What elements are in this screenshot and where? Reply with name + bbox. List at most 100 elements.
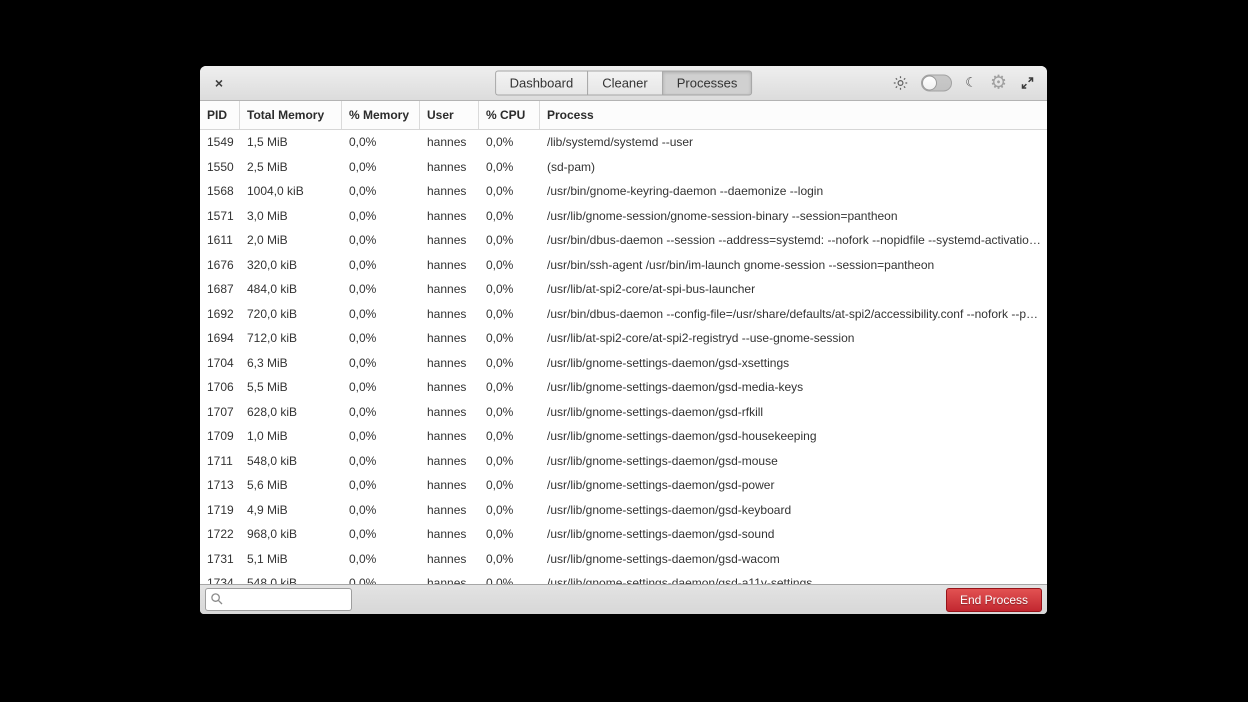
cell-pid: 1711 bbox=[200, 454, 240, 468]
search-input[interactable] bbox=[205, 588, 352, 611]
table-row[interactable]: 1692720,0 kiB0,0%hannes0,0%/usr/bin/dbus… bbox=[200, 302, 1047, 327]
table-row[interactable]: 17046,3 MiB0,0%hannes0,0%/usr/lib/gnome-… bbox=[200, 351, 1047, 376]
cell-user: hannes bbox=[420, 576, 479, 584]
cell-process: /usr/lib/gnome-settings-daemon/gsd-a11y-… bbox=[540, 576, 1047, 584]
cell-user: hannes bbox=[420, 429, 479, 443]
cell-total-memory: 320,0 kiB bbox=[240, 258, 342, 272]
cell-total-memory: 1,0 MiB bbox=[240, 429, 342, 443]
search-wrap bbox=[205, 588, 352, 611]
cell-pct-cpu: 0,0% bbox=[479, 429, 540, 443]
table-row[interactable]: 15681004,0 kiB0,0%hannes0,0%/usr/bin/gno… bbox=[200, 179, 1047, 204]
column-header-user[interactable]: User bbox=[420, 101, 479, 129]
tab-cleaner[interactable]: Cleaner bbox=[587, 71, 662, 96]
cell-pct-cpu: 0,0% bbox=[479, 552, 540, 566]
cell-pct-cpu: 0,0% bbox=[479, 258, 540, 272]
cell-pct-memory: 0,0% bbox=[342, 135, 420, 149]
cell-total-memory: 2,5 MiB bbox=[240, 160, 342, 174]
cell-process: /usr/lib/gnome-settings-daemon/gsd-media… bbox=[540, 380, 1047, 394]
sun-icon bbox=[893, 76, 908, 91]
dark-mode-toggle[interactable] bbox=[921, 75, 952, 92]
cell-pct-cpu: 0,0% bbox=[479, 135, 540, 149]
cell-pct-memory: 0,0% bbox=[342, 356, 420, 370]
cell-process: /usr/lib/gnome-settings-daemon/gsd-keybo… bbox=[540, 503, 1047, 517]
cell-total-memory: 3,0 MiB bbox=[240, 209, 342, 223]
column-header-pct-cpu[interactable]: % CPU bbox=[479, 101, 540, 129]
cell-user: hannes bbox=[420, 258, 479, 272]
cell-total-memory: 1,5 MiB bbox=[240, 135, 342, 149]
close-icon: × bbox=[215, 75, 223, 91]
column-header-pct-memory[interactable]: % Memory bbox=[342, 101, 420, 129]
cell-user: hannes bbox=[420, 233, 479, 247]
cell-pid: 1719 bbox=[200, 503, 240, 517]
table-row[interactable]: 17315,1 MiB0,0%hannes0,0%/usr/lib/gnome-… bbox=[200, 547, 1047, 572]
table-row[interactable]: 16112,0 MiB0,0%hannes0,0%/usr/bin/dbus-d… bbox=[200, 228, 1047, 253]
table-row[interactable]: 17091,0 MiB0,0%hannes0,0%/usr/lib/gnome-… bbox=[200, 424, 1047, 449]
cell-process: /lib/systemd/systemd --user bbox=[540, 135, 1047, 149]
table-row[interactable]: 17194,9 MiB0,0%hannes0,0%/usr/lib/gnome-… bbox=[200, 498, 1047, 523]
cell-pct-memory: 0,0% bbox=[342, 331, 420, 345]
cell-pct-memory: 0,0% bbox=[342, 576, 420, 584]
cell-pct-cpu: 0,0% bbox=[479, 380, 540, 394]
table-row[interactable]: 1722968,0 kiB0,0%hannes0,0%/usr/lib/gnom… bbox=[200, 522, 1047, 547]
cell-process: /usr/lib/gnome-settings-daemon/gsd-wacom bbox=[540, 552, 1047, 566]
expand-icon[interactable] bbox=[1020, 76, 1035, 91]
table-row[interactable]: 1676320,0 kiB0,0%hannes0,0%/usr/bin/ssh-… bbox=[200, 253, 1047, 278]
cell-pid: 1571 bbox=[200, 209, 240, 223]
cell-user: hannes bbox=[420, 356, 479, 370]
cell-pid: 1731 bbox=[200, 552, 240, 566]
cell-pct-cpu: 0,0% bbox=[479, 527, 540, 541]
cell-pid: 1550 bbox=[200, 160, 240, 174]
cell-pid: 1734 bbox=[200, 576, 240, 584]
cell-process: /usr/lib/gnome-session/gnome-session-bin… bbox=[540, 209, 1047, 223]
table-row[interactable]: 15502,5 MiB0,0%hannes0,0%(sd-pam) bbox=[200, 155, 1047, 180]
cell-process: /usr/lib/gnome-settings-daemon/gsd-mouse bbox=[540, 454, 1047, 468]
column-header-total-memory[interactable]: Total Memory bbox=[240, 101, 342, 129]
table-row[interactable]: 17065,5 MiB0,0%hannes0,0%/usr/lib/gnome-… bbox=[200, 375, 1047, 400]
tab-dashboard[interactable]: Dashboard bbox=[495, 71, 588, 96]
end-process-button[interactable]: End Process bbox=[946, 588, 1042, 612]
table-row[interactable]: 1734548,0 kiB0,0%hannes0,0%/usr/lib/gnom… bbox=[200, 571, 1047, 584]
table-row[interactable]: 1694712,0 kiB0,0%hannes0,0%/usr/lib/at-s… bbox=[200, 326, 1047, 351]
cell-pct-cpu: 0,0% bbox=[479, 503, 540, 517]
cell-pid: 1687 bbox=[200, 282, 240, 296]
cell-pid: 1676 bbox=[200, 258, 240, 272]
cell-process: /usr/lib/gnome-settings-daemon/gsd-xsett… bbox=[540, 356, 1047, 370]
column-header-pid[interactable]: PID bbox=[200, 101, 240, 129]
cell-pct-cpu: 0,0% bbox=[479, 282, 540, 296]
cell-process: /usr/lib/gnome-settings-daemon/gsd-sound bbox=[540, 527, 1047, 541]
cell-process: /usr/bin/dbus-daemon --config-file=/usr/… bbox=[540, 307, 1047, 321]
cell-pct-memory: 0,0% bbox=[342, 405, 420, 419]
cell-total-memory: 628,0 kiB bbox=[240, 405, 342, 419]
gear-icon[interactable]: ⚙ bbox=[990, 74, 1007, 93]
table-row[interactable]: 15491,5 MiB0,0%hannes0,0%/lib/systemd/sy… bbox=[200, 130, 1047, 155]
table-row[interactable]: 1687484,0 kiB0,0%hannes0,0%/usr/lib/at-s… bbox=[200, 277, 1047, 302]
cell-user: hannes bbox=[420, 527, 479, 541]
monitor-window: × Dashboard Cleaner Processes bbox=[200, 66, 1047, 614]
view-switcher: Dashboard Cleaner Processes bbox=[495, 71, 753, 96]
window-close-button[interactable]: × bbox=[210, 74, 228, 92]
table-row[interactable]: 15713,0 MiB0,0%hannes0,0%/usr/lib/gnome-… bbox=[200, 204, 1047, 229]
cell-pid: 1692 bbox=[200, 307, 240, 321]
tab-processes[interactable]: Processes bbox=[662, 71, 753, 96]
moon-icon: ☾ bbox=[965, 76, 977, 91]
cell-pct-cpu: 0,0% bbox=[479, 160, 540, 174]
column-header-process[interactable]: Process bbox=[540, 101, 1047, 129]
cell-pct-cpu: 0,0% bbox=[479, 405, 540, 419]
cell-pct-cpu: 0,0% bbox=[479, 209, 540, 223]
cell-pid: 1709 bbox=[200, 429, 240, 443]
cell-total-memory: 712,0 kiB bbox=[240, 331, 342, 345]
cell-total-memory: 548,0 kiB bbox=[240, 454, 342, 468]
cell-total-memory: 5,6 MiB bbox=[240, 478, 342, 492]
header-actions: ☾ ⚙ bbox=[893, 74, 1035, 93]
search-icon bbox=[210, 592, 224, 611]
cell-pct-cpu: 0,0% bbox=[479, 356, 540, 370]
table-row[interactable]: 1707628,0 kiB0,0%hannes0,0%/usr/lib/gnom… bbox=[200, 400, 1047, 425]
cell-total-memory: 5,1 MiB bbox=[240, 552, 342, 566]
cell-user: hannes bbox=[420, 454, 479, 468]
cell-process: /usr/lib/gnome-settings-daemon/gsd-power bbox=[540, 478, 1047, 492]
cell-pct-cpu: 0,0% bbox=[479, 454, 540, 468]
table-row[interactable]: 1711548,0 kiB0,0%hannes0,0%/usr/lib/gnom… bbox=[200, 449, 1047, 474]
table-row[interactable]: 17135,6 MiB0,0%hannes0,0%/usr/lib/gnome-… bbox=[200, 473, 1047, 498]
cell-pct-cpu: 0,0% bbox=[479, 478, 540, 492]
cell-pct-memory: 0,0% bbox=[342, 503, 420, 517]
